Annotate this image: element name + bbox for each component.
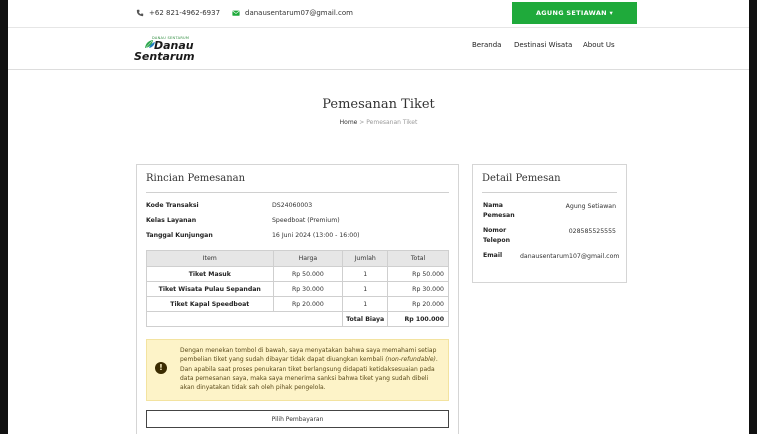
cell-jumlah: 1 xyxy=(342,296,389,312)
logo-text-line2: Sentarum xyxy=(134,50,195,63)
cell-jumlah: 1 xyxy=(342,281,389,297)
field-value-nomor-telepon: 028585525555 xyxy=(568,228,616,235)
field-value-kode-transaksi: DS24060003 xyxy=(272,202,313,209)
column-header-jumlah: Jumlah xyxy=(342,250,389,267)
field-label-tanggal-kunjungan: Tanggal Kunjungan xyxy=(146,232,213,239)
choose-payment-button[interactable]: Pilih Pembayaran xyxy=(146,410,449,428)
main-navbar: DANAU SENTARUM Danau Sentarum Beranda De… xyxy=(8,28,749,70)
field-value-email: danausentarum107@gmail.com xyxy=(520,253,620,260)
breadcrumb-home-link[interactable]: Home xyxy=(340,119,358,126)
cell-item: Tiket Kapal Speedboat xyxy=(146,296,274,312)
phone-contact[interactable]: +62 821-4962-6937 xyxy=(136,9,220,17)
field-value-kelas-layanan: Speedboat (Premium) xyxy=(272,217,340,224)
table-row: Tiket Wisata Pulau Sepandan Rp 30.000 1 … xyxy=(146,281,449,297)
cell-harga: Rp 50.000 xyxy=(272,266,344,282)
nav-link-beranda[interactable]: Beranda xyxy=(472,41,501,49)
total-spacer-cell xyxy=(145,311,344,327)
user-account-button[interactable]: AGUNG SETIAWAN ▾ xyxy=(512,2,637,24)
ticket-items-table: Item Harga Jumlah Total Tiket Masuk Rp 5… xyxy=(145,250,449,327)
field-label-kelas-layanan: Kelas Layanan xyxy=(146,217,197,224)
column-header-total: Total xyxy=(387,250,449,267)
table-total-row: Total Biaya Rp 100.000 xyxy=(145,311,449,327)
page-header: Pemesanan Tiket Home > Pemesanan Tiket xyxy=(8,71,749,157)
field-label-nomor-telepon: Nomor Telepon xyxy=(483,227,510,244)
nav-link-destinasi-wisata[interactable]: Destinasi Wisata xyxy=(514,41,572,49)
cell-jumlah: 1 xyxy=(342,266,389,282)
cell-harga: Rp 30.000 xyxy=(272,281,344,297)
customer-details-title: Detail Pemesan xyxy=(482,173,561,184)
field-value-tanggal-kunjungan: 16 Juni 2024 (13:00 - 16:00) xyxy=(272,232,360,239)
phone-number: +62 821-4962-6937 xyxy=(149,9,221,17)
customer-details-divider xyxy=(482,192,617,193)
cell-total: Rp 50.000 xyxy=(387,266,449,282)
envelope-icon xyxy=(232,10,240,16)
total-biaya-label: Total Biaya xyxy=(342,311,389,327)
order-details-title: Rincian Pemesanan xyxy=(146,173,246,184)
cell-harga: Rp 20.000 xyxy=(272,296,344,312)
table-header-row: Item Harga Jumlah Total xyxy=(146,250,449,267)
warning-text: Dengan menekan tombol di bawah, saya men… xyxy=(180,346,444,392)
right-frame xyxy=(749,0,757,434)
field-label-email: Email xyxy=(483,252,503,259)
site-logo[interactable]: DANAU SENTARUM Danau Sentarum xyxy=(134,36,198,64)
column-header-item: Item xyxy=(146,250,274,267)
nav-link-about-us[interactable]: About Us xyxy=(583,41,615,49)
page-title: Pemesanan Tiket xyxy=(322,97,435,112)
top-contact-bar: +62 821-4962-6937 danausentarum07@gmail.… xyxy=(8,0,749,28)
cell-total: Rp 20.000 xyxy=(387,296,449,312)
email-contact[interactable]: danausentarum07@gmail.com xyxy=(232,9,353,17)
table-row: Tiket Kapal Speedboat Rp 20.000 1 Rp 20.… xyxy=(146,296,449,312)
field-label-nama-pemesan: Nama Pemesan xyxy=(483,202,515,219)
cell-item: Tiket Masuk xyxy=(146,266,274,282)
breadcrumb-separator: > xyxy=(359,119,365,126)
left-frame xyxy=(0,0,8,434)
field-value-nama-pemesan: Agung Setiawan xyxy=(565,203,616,210)
field-label-kode-transaksi: Kode Transaksi xyxy=(146,202,199,209)
email-address: danausentarum07@gmail.com xyxy=(245,9,353,17)
refund-warning-alert: ! Dengan menekan tombol di bawah, saya m… xyxy=(146,339,449,401)
total-biaya-value: Rp 100.000 xyxy=(387,311,449,327)
column-header-harga: Harga xyxy=(272,250,344,267)
phone-icon xyxy=(136,9,144,17)
exclamation-icon: ! xyxy=(155,362,167,374)
warning-text-italic: (non-refundable) xyxy=(385,356,436,364)
cell-total: Rp 30.000 xyxy=(387,281,449,297)
cell-item: Tiket Wisata Pulau Sepandan xyxy=(146,281,274,297)
breadcrumb: Home > Pemesanan Tiket xyxy=(8,119,749,126)
breadcrumb-current: Pemesanan Tiket xyxy=(366,119,418,126)
table-row: Tiket Masuk Rp 50.000 1 Rp 50.000 xyxy=(146,266,449,282)
order-details-divider xyxy=(146,192,449,193)
